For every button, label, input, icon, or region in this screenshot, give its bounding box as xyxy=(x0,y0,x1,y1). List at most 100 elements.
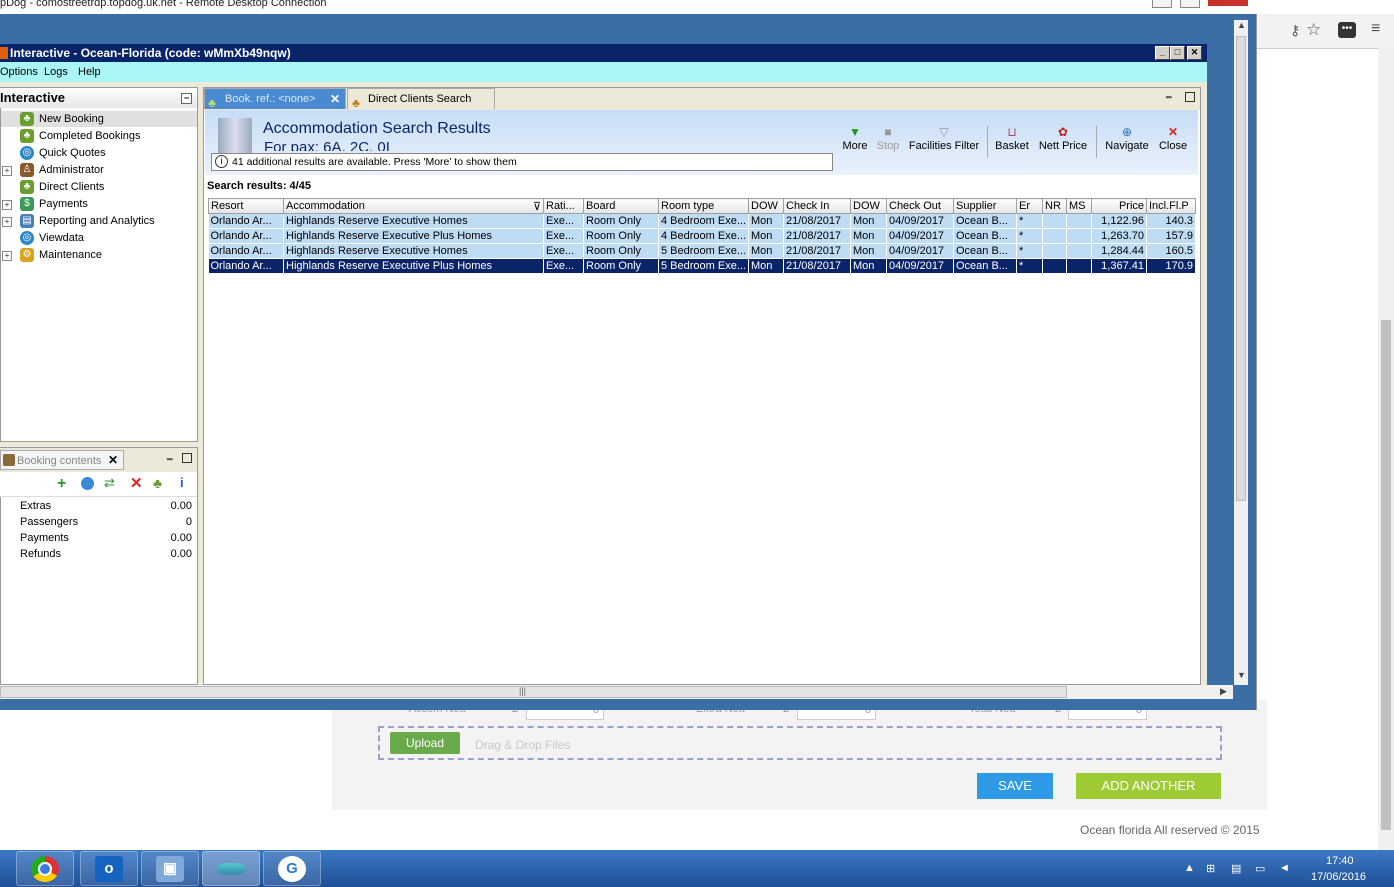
close-tab-icon[interactable]: ✕ xyxy=(108,453,118,467)
scroll-down-icon[interactable]: ▼ xyxy=(1237,670,1246,680)
nav-quick-quotes[interactable]: ◎ Quick Quotes xyxy=(20,145,106,162)
star-icon[interactable]: ☆ xyxy=(1306,20,1321,40)
expand-administrator-icon[interactable]: + xyxy=(2,166,12,176)
close-button[interactable]: ✕ Close xyxy=(1157,126,1189,152)
nav-reporting-analytics[interactable]: ▤ Reporting and Analytics xyxy=(20,213,155,230)
network-error-icon[interactable]: ▤ xyxy=(1231,862,1241,875)
info-icon[interactable]: i xyxy=(180,475,184,490)
cell-nr xyxy=(1042,213,1067,229)
table-row[interactable]: Orlando Ar... Highlands Reserve Executive… xyxy=(208,213,1196,229)
nav-administrator[interactable]: ♙ Administrator xyxy=(20,162,104,179)
booking-contents-tab[interactable]: Booking contents ✕ xyxy=(0,450,124,470)
close-icon: ✕ xyxy=(1167,125,1179,139)
clock-time[interactable]: 17:40 xyxy=(1326,855,1354,867)
globe-icon[interactable] xyxy=(81,477,94,490)
taskbar-chrome[interactable] xyxy=(16,851,74,886)
close-tab-icon[interactable]: ✕ xyxy=(330,89,340,110)
minimize-view-icon[interactable]: ‗ xyxy=(1166,88,1172,99)
add-another-button[interactable]: ADD ANOTHER xyxy=(1076,773,1221,799)
column-header[interactable]: Incl.Fl.P xyxy=(1146,198,1196,214)
column-header[interactable]: Er xyxy=(1016,198,1043,214)
rdp-close-button[interactable] xyxy=(1208,0,1248,6)
rdp-minimize-button[interactable] xyxy=(1152,0,1172,8)
table-header-row: Resort Accommodation ⊽ Rati... Board Room… xyxy=(208,198,1196,214)
column-header[interactable]: Check In xyxy=(783,198,851,214)
more-button[interactable]: ▼ More xyxy=(842,126,868,152)
table-row[interactable]: Orlando Ar... Highlands Reserve Executive… xyxy=(208,228,1196,244)
app-minimize-button[interactable]: _ xyxy=(1155,46,1170,60)
nav-viewdata[interactable]: ◎ Viewdata xyxy=(20,230,84,247)
maximize-view-icon[interactable] xyxy=(1185,92,1195,102)
minimize-pane-icon[interactable]: ‗ xyxy=(167,450,173,461)
show-hidden-icons[interactable]: ▲ xyxy=(1184,862,1195,874)
table-row[interactable]: Orlando Ar... Highlands Reserve Executive… xyxy=(208,258,1196,274)
nav-payments[interactable]: $ Payments xyxy=(20,196,88,213)
basket-button[interactable]: ⊔ Basket xyxy=(994,126,1030,152)
menu-help[interactable]: Help xyxy=(78,66,101,78)
nett-price-button[interactable]: ✿ Nett Price xyxy=(1037,126,1089,152)
table-row[interactable]: Orlando Ar... Highlands Reserve Executive… xyxy=(208,243,1196,259)
stop-button[interactable]: ■ Stop xyxy=(875,126,901,152)
key-icon[interactable]: ⚷ xyxy=(1290,22,1300,39)
column-header[interactable]: NR xyxy=(1042,198,1067,214)
taskbar-refresh-app[interactable]: G xyxy=(263,851,321,886)
column-header[interactable]: Rati... xyxy=(543,198,584,214)
horizontal-scrollbar-thumb[interactable]: ||| xyxy=(0,686,1067,698)
tab-direct-clients-search[interactable]: ♣ Direct Clients Search xyxy=(347,88,495,110)
navigate-button[interactable]: ⊕ Navigate xyxy=(1103,126,1151,152)
menu-options[interactable]: Options xyxy=(0,66,38,78)
upload-button[interactable]: Upload xyxy=(390,732,460,754)
app-maximize-button[interactable]: □ xyxy=(1170,46,1185,60)
tab-booking[interactable]: ♣ Book. ref.: <none> ✕ xyxy=(204,88,346,110)
column-header[interactable]: Room type xyxy=(658,198,749,214)
browser-scrollbar-thumb[interactable] xyxy=(1381,320,1391,830)
expand-reporting-icon[interactable]: + xyxy=(2,217,12,227)
column-header[interactable]: Accommodation ⊽ xyxy=(283,198,544,214)
expand-maintenance-icon[interactable]: + xyxy=(2,251,12,261)
nav-maintenance[interactable]: ⚙ Maintenance xyxy=(20,247,102,264)
app-close-button[interactable]: ✕ xyxy=(1187,46,1202,60)
cell-incl-fl-p: 170.9 xyxy=(1146,258,1196,274)
column-header[interactable]: Supplier xyxy=(953,198,1017,214)
clock-date[interactable]: 17/06/2016 xyxy=(1311,871,1366,883)
taskbar-remote-desktop[interactable]: ▣ xyxy=(141,851,199,886)
menu-logs[interactable]: Logs xyxy=(44,66,68,78)
extension-icon[interactable]: ••• xyxy=(1338,22,1356,38)
cell-room-type: 4 Bedroom Exe... xyxy=(658,213,749,229)
rdp-maximize-button[interactable] xyxy=(1180,0,1200,8)
save-button[interactable]: SAVE xyxy=(977,773,1053,799)
taskbar-app[interactable] xyxy=(202,851,260,886)
collapse-icon[interactable]: − xyxy=(181,93,192,104)
scroll-right-icon[interactable]: ▶ xyxy=(1220,686,1227,697)
palm-tree-icon[interactable]: ♣ xyxy=(153,475,162,491)
column-header[interactable]: DOW xyxy=(748,198,784,214)
maximize-pane-icon[interactable] xyxy=(182,453,192,463)
column-header[interactable]: DOW xyxy=(850,198,887,214)
chrome-icon xyxy=(31,856,59,882)
expand-payments-icon[interactable]: + xyxy=(2,200,12,210)
column-header[interactable]: Check Out xyxy=(886,198,954,214)
column-header[interactable]: MS xyxy=(1066,198,1092,214)
facilities-filter-button[interactable]: ▽ Facilities Filter xyxy=(908,126,980,152)
nav-completed-bookings[interactable]: ♣ Completed Bookings xyxy=(20,128,141,145)
cell-nr xyxy=(1042,243,1067,259)
volume-muted-icon[interactable]: ◄ xyxy=(1279,862,1290,874)
rdp-scrollbar-thumb[interactable] xyxy=(1236,36,1246,501)
cell-resort: Orlando Ar... xyxy=(208,228,284,244)
transfer-icon[interactable]: ⇄ xyxy=(104,475,115,491)
scroll-up-icon[interactable]: ▲ xyxy=(1237,20,1246,30)
nav-direct-clients[interactable]: ♣ Direct Clients xyxy=(20,179,104,196)
column-header[interactable]: Resort xyxy=(208,198,284,214)
filter-icon[interactable]: ⊽ xyxy=(533,200,541,213)
add-icon[interactable]: + xyxy=(57,475,66,493)
booking-contents-toolbar: + ⇄ ✕ ♣ i xyxy=(0,472,197,497)
windows-flag-icon[interactable]: ⊞ xyxy=(1206,862,1215,875)
monitor-icon[interactable]: ▭ xyxy=(1255,862,1265,875)
column-header[interactable]: Price xyxy=(1091,198,1147,214)
column-header[interactable]: Board xyxy=(583,198,659,214)
taskbar-outlook[interactable]: o xyxy=(80,851,138,886)
delete-icon[interactable]: ✕ xyxy=(130,474,143,492)
nav-new-booking[interactable]: ♣ New Booking xyxy=(20,111,104,128)
menu-icon[interactable]: ≡ xyxy=(1371,20,1380,38)
cell-check-out: 04/09/2017 xyxy=(886,258,954,274)
